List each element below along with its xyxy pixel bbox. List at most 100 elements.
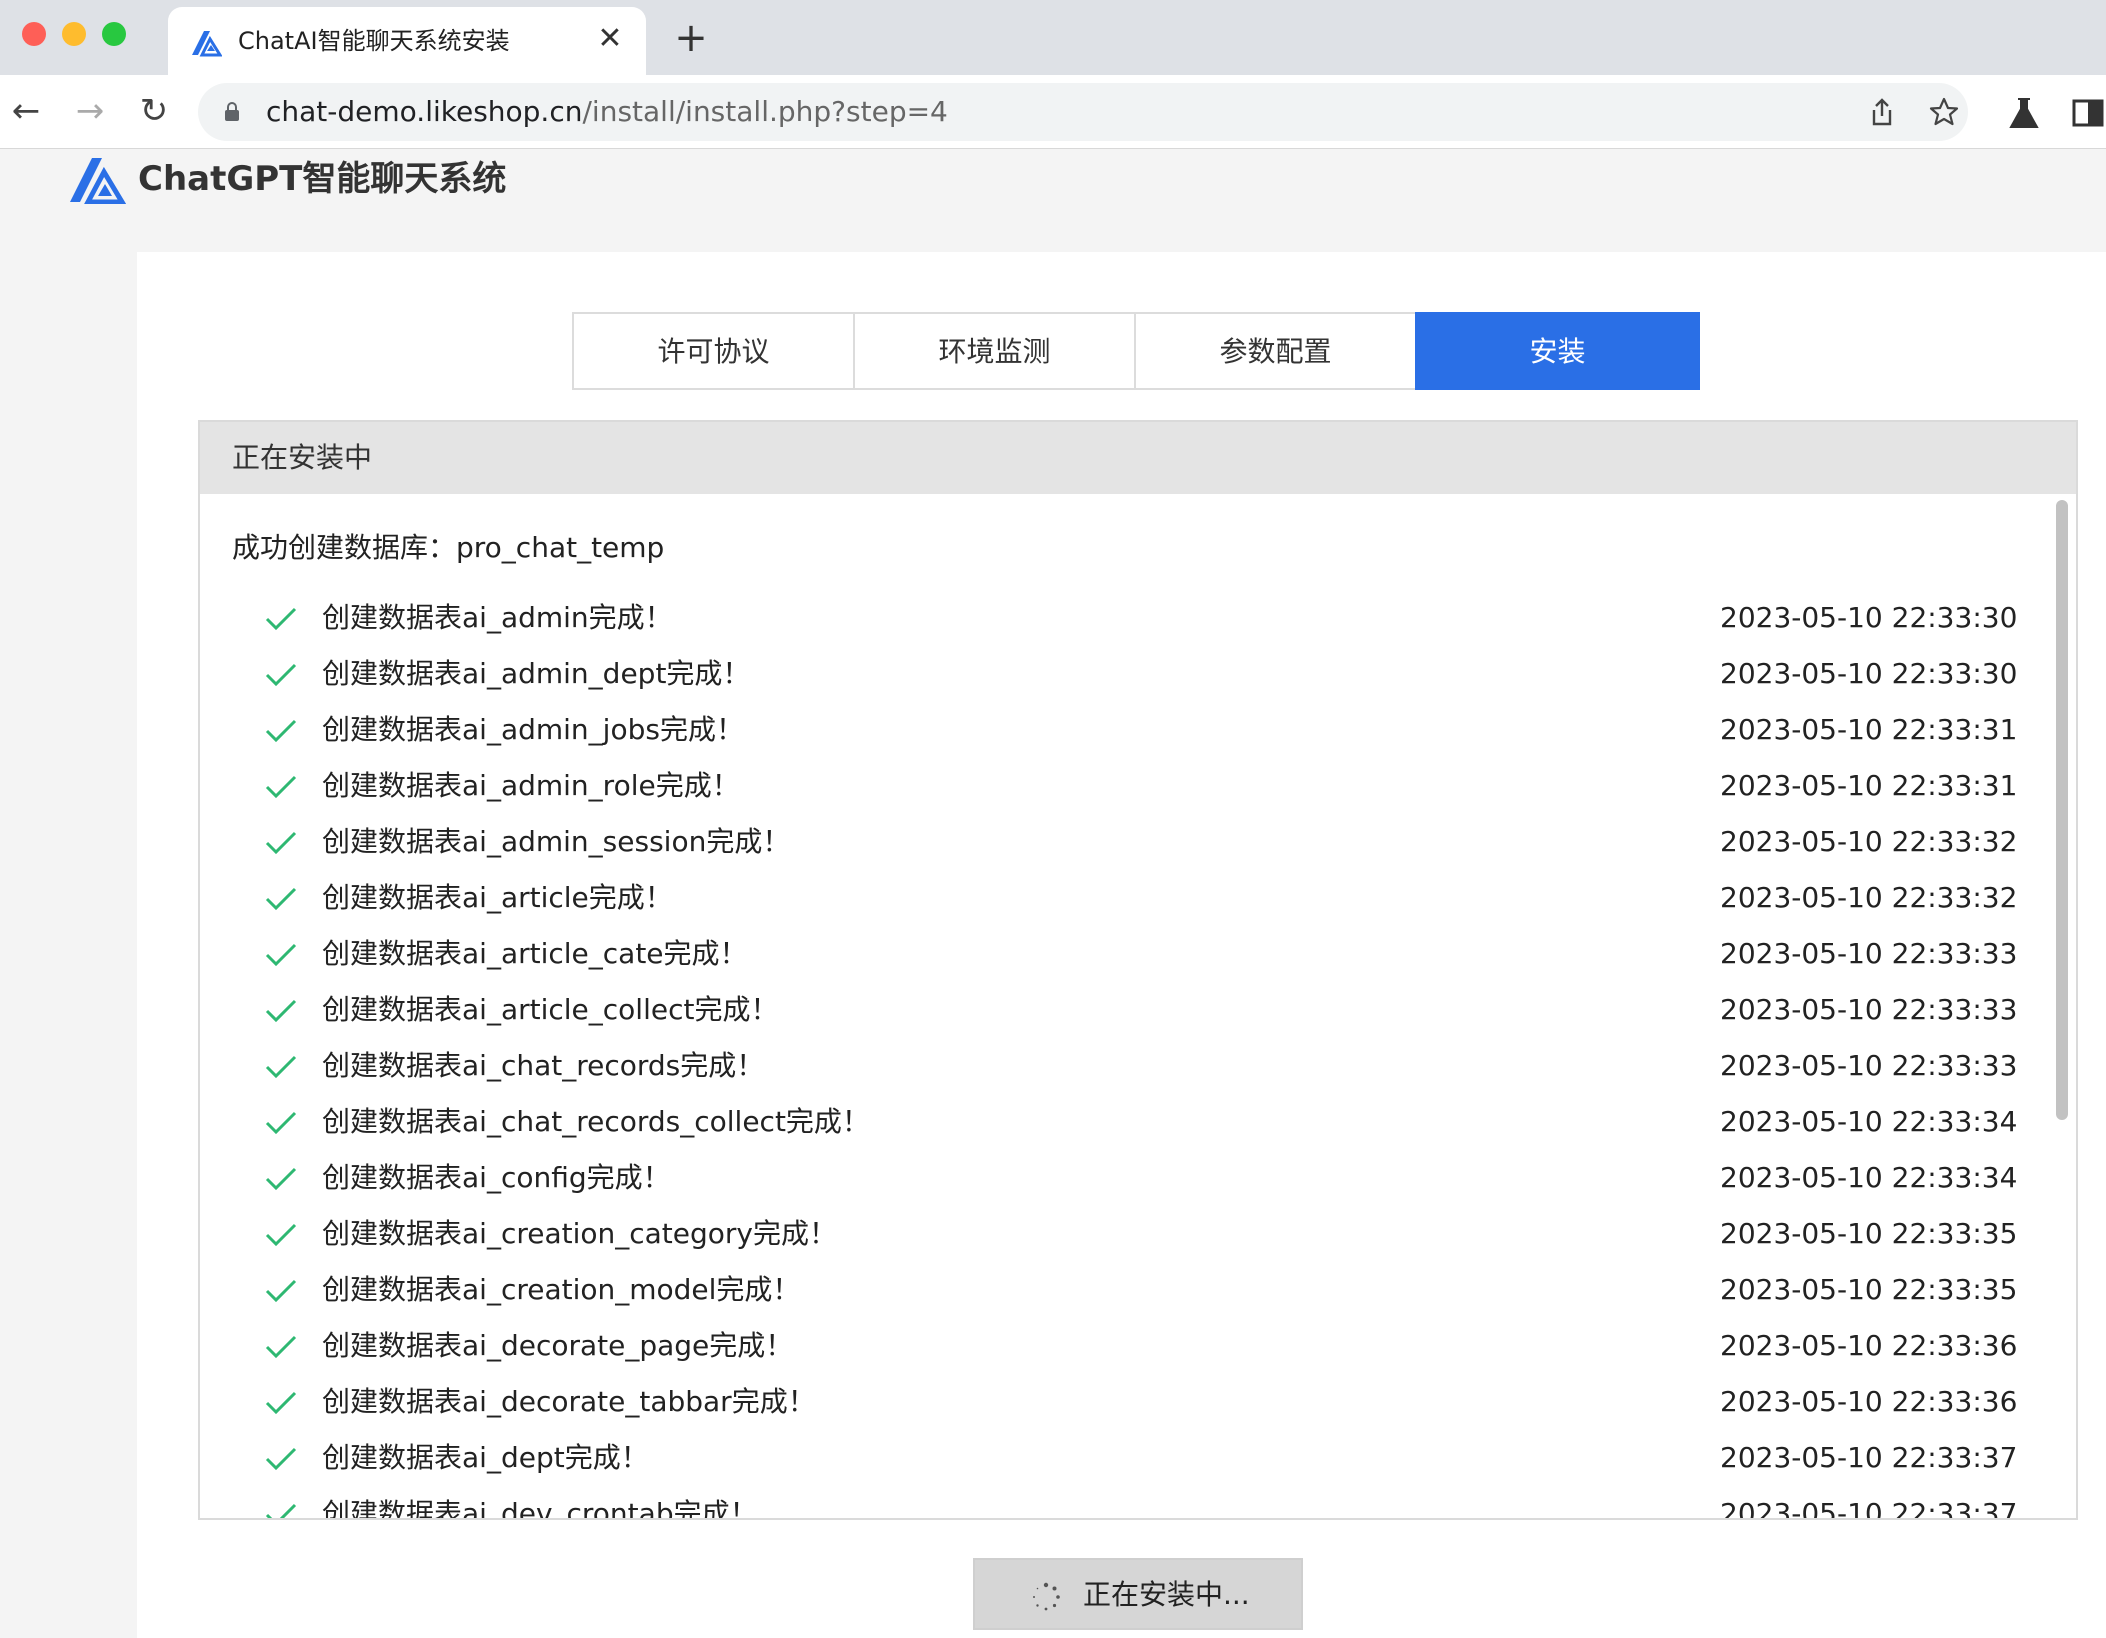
browser-tab-bar: ChatAI智能聊天系统安装 ✕ + bbox=[0, 0, 2106, 75]
maximize-window-button[interactable] bbox=[102, 22, 126, 46]
check-icon bbox=[265, 831, 297, 855]
minimize-window-button[interactable] bbox=[62, 22, 86, 46]
page: ChatGPT智能聊天系统 许可协议 环境监测 参数配置 安装 正在安装中 成功… bbox=[0, 150, 2106, 1638]
address-bar[interactable]: chat-demo.likeshop.cn/install/install.ph… bbox=[198, 83, 1968, 141]
log-timestamp: 2023-05-10 22:33:35 bbox=[1720, 1273, 2018, 1306]
log-message: 创建数据表ai_creation_category完成！ bbox=[322, 1217, 837, 1250]
install-log-box: 正在安装中 成功创建数据库：pro_chat_temp 创建数据表ai_admi… bbox=[198, 420, 2078, 1520]
log-row: 创建数据表ai_chat_records_collect完成！ 2023-05-1… bbox=[200, 1094, 2040, 1150]
forward-arrow-icon[interactable]: → bbox=[68, 89, 112, 133]
db-created-message: 成功创建数据库：pro_chat_temp bbox=[232, 531, 665, 564]
bookmark-star-icon[interactable] bbox=[1928, 96, 1960, 128]
log-timestamp: 2023-05-10 22:33:32 bbox=[1720, 825, 2018, 858]
log-timestamp: 2023-05-10 22:33:33 bbox=[1720, 1049, 2018, 1082]
log-row: 创建数据表ai_admin_jobs完成！ 2023-05-10 22:33:31 bbox=[200, 702, 2040, 758]
labs-flask-icon[interactable] bbox=[2006, 95, 2042, 131]
log-row: 创建数据表ai_article_cate完成！ 2023-05-10 22:33:… bbox=[200, 926, 2040, 982]
install-log-list: 创建数据表ai_admin完成！ 2023-05-10 22:33:30 创建数据表… bbox=[200, 590, 2040, 1518]
new-tab-button[interactable]: + bbox=[670, 18, 712, 60]
log-timestamp: 2023-05-10 22:33:34 bbox=[1720, 1105, 2018, 1138]
log-message: 创建数据表ai_article_collect完成！ bbox=[322, 993, 779, 1026]
url-host: chat-demo.likeshop.cn bbox=[266, 95, 583, 128]
install-card: 许可协议 环境监测 参数配置 安装 正在安装中 成功创建数据库：pro_chat… bbox=[137, 252, 2106, 1638]
browser-tab[interactable]: ChatAI智能聊天系统安装 ✕ bbox=[168, 7, 646, 75]
check-icon bbox=[265, 1447, 297, 1471]
check-icon bbox=[265, 999, 297, 1023]
log-timestamp: 2023-05-10 22:33:35 bbox=[1720, 1217, 2018, 1250]
step-parameter-config[interactable]: 参数配置 bbox=[1134, 312, 1417, 390]
check-icon bbox=[265, 887, 297, 911]
installing-button[interactable]: 正在安装中... bbox=[973, 1558, 1303, 1630]
log-message: 创建数据表ai_decorate_page完成！ bbox=[322, 1329, 794, 1362]
check-icon bbox=[265, 1167, 297, 1191]
log-row: 创建数据表ai_admin_session完成！ 2023-05-10 22:33… bbox=[200, 814, 2040, 870]
check-icon bbox=[265, 1503, 297, 1518]
brand-name: ChatGPT智能聊天系统 bbox=[138, 159, 507, 199]
step-install[interactable]: 安装 bbox=[1415, 312, 1700, 390]
log-message: 创建数据表ai_admin完成！ bbox=[322, 601, 673, 634]
side-panel-icon[interactable] bbox=[2070, 95, 2106, 131]
check-icon bbox=[265, 775, 297, 799]
log-timestamp: 2023-05-10 22:33:31 bbox=[1720, 769, 2018, 802]
check-icon bbox=[265, 1335, 297, 1359]
log-message: 创建数据表ai_admin_session完成！ bbox=[322, 825, 791, 858]
log-row: 创建数据表ai_admin_role完成！ 2023-05-10 22:33:31 bbox=[200, 758, 2040, 814]
log-timestamp: 2023-05-10 22:33:36 bbox=[1720, 1329, 2018, 1362]
back-arrow-icon[interactable]: ← bbox=[4, 89, 48, 133]
reload-icon[interactable]: ↻ bbox=[132, 89, 176, 133]
log-timestamp: 2023-05-10 22:33:30 bbox=[1720, 657, 2018, 690]
log-scrollbar-thumb[interactable] bbox=[2056, 500, 2068, 1120]
log-row: 创建数据表ai_chat_records完成！ 2023-05-10 22:33:… bbox=[200, 1038, 2040, 1094]
log-row: 创建数据表ai_decorate_tabbar完成！ 2023-05-10 22:… bbox=[200, 1374, 2040, 1430]
install-steps: 许可协议 环境监测 参数配置 安装 bbox=[572, 312, 1705, 390]
check-icon bbox=[265, 1391, 297, 1415]
log-timestamp: 2023-05-10 22:33:37 bbox=[1720, 1441, 2018, 1474]
log-row: 创建数据表ai_dept完成！ 2023-05-10 22:33:37 bbox=[200, 1430, 2040, 1486]
log-row: 创建数据表ai_decorate_page完成！ 2023-05-10 22:33… bbox=[200, 1318, 2040, 1374]
log-timestamp: 2023-05-10 22:33:31 bbox=[1720, 713, 2018, 746]
log-message: 创建数据表ai_admin_role完成！ bbox=[322, 769, 740, 802]
log-message: 创建数据表ai_dev_crontab完成！ bbox=[322, 1497, 758, 1518]
install-log-header: 正在安装中 bbox=[200, 422, 2076, 494]
log-message: 创建数据表ai_article完成！ bbox=[322, 881, 673, 914]
log-message: 创建数据表ai_dept完成！ bbox=[322, 1441, 649, 1474]
log-timestamp: 2023-05-10 22:33:34 bbox=[1720, 1161, 2018, 1194]
log-message: 创建数据表ai_config完成！ bbox=[322, 1161, 671, 1194]
log-timestamp: 2023-05-10 22:33:30 bbox=[1720, 601, 2018, 634]
close-tab-icon[interactable]: ✕ bbox=[594, 23, 626, 55]
log-row: 创建数据表ai_admin_dept完成！ 2023-05-10 22:33:30 bbox=[200, 646, 2040, 702]
step-environment-check[interactable]: 环境监测 bbox=[853, 312, 1136, 390]
log-timestamp: 2023-05-10 22:33:32 bbox=[1720, 881, 2018, 914]
install-log-scroll-area[interactable]: 成功创建数据库：pro_chat_temp 创建数据表ai_admin完成！ 20… bbox=[200, 494, 2076, 1518]
log-message: 创建数据表ai_chat_records完成！ bbox=[322, 1049, 765, 1082]
browser-toolbar: ← → ↻ chat-demo.likeshop.cn/install/inst… bbox=[0, 75, 2106, 149]
close-window-button[interactable] bbox=[22, 22, 46, 46]
log-row: 创建数据表ai_article_collect完成！ 2023-05-10 22:… bbox=[200, 982, 2040, 1038]
log-row: 创建数据表ai_admin完成！ 2023-05-10 22:33:30 bbox=[200, 590, 2040, 646]
share-icon[interactable] bbox=[1866, 96, 1898, 128]
step-license[interactable]: 许可协议 bbox=[572, 312, 855, 390]
check-icon bbox=[265, 1055, 297, 1079]
lock-icon bbox=[225, 102, 239, 121]
log-timestamp: 2023-05-10 22:33:36 bbox=[1720, 1385, 2018, 1418]
check-icon bbox=[265, 1111, 297, 1135]
log-scrollbar[interactable] bbox=[2054, 500, 2070, 1512]
url-text[interactable]: chat-demo.likeshop.cn/install/install.ph… bbox=[266, 83, 948, 141]
tab-title: ChatAI智能聊天系统安装 bbox=[238, 27, 510, 55]
loading-spinner-icon bbox=[1033, 1582, 1060, 1611]
app-logo-icon bbox=[192, 31, 222, 57]
log-message: 创建数据表ai_creation_model完成！ bbox=[322, 1273, 801, 1306]
log-row: 创建数据表ai_creation_category完成！ 2023-05-10 2… bbox=[200, 1206, 2040, 1262]
log-message: 创建数据表ai_article_cate完成！ bbox=[322, 937, 748, 970]
log-timestamp: 2023-05-10 22:33:33 bbox=[1720, 937, 2018, 970]
log-message: 创建数据表ai_admin_jobs完成！ bbox=[322, 713, 744, 746]
check-icon bbox=[265, 607, 297, 631]
log-message: 创建数据表ai_chat_records_collect完成！ bbox=[322, 1105, 870, 1138]
check-icon bbox=[265, 943, 297, 967]
log-timestamp: 2023-05-10 22:33:33 bbox=[1720, 993, 2018, 1026]
log-timestamp: 2023-05-10 22:33:37 bbox=[1720, 1497, 2018, 1518]
log-row: 创建数据表ai_config完成！ 2023-05-10 22:33:34 bbox=[200, 1150, 2040, 1206]
log-row: 创建数据表ai_creation_model完成！ 2023-05-10 22:3… bbox=[200, 1262, 2040, 1318]
check-icon bbox=[265, 1279, 297, 1303]
log-message: 创建数据表ai_admin_dept完成！ bbox=[322, 657, 751, 690]
